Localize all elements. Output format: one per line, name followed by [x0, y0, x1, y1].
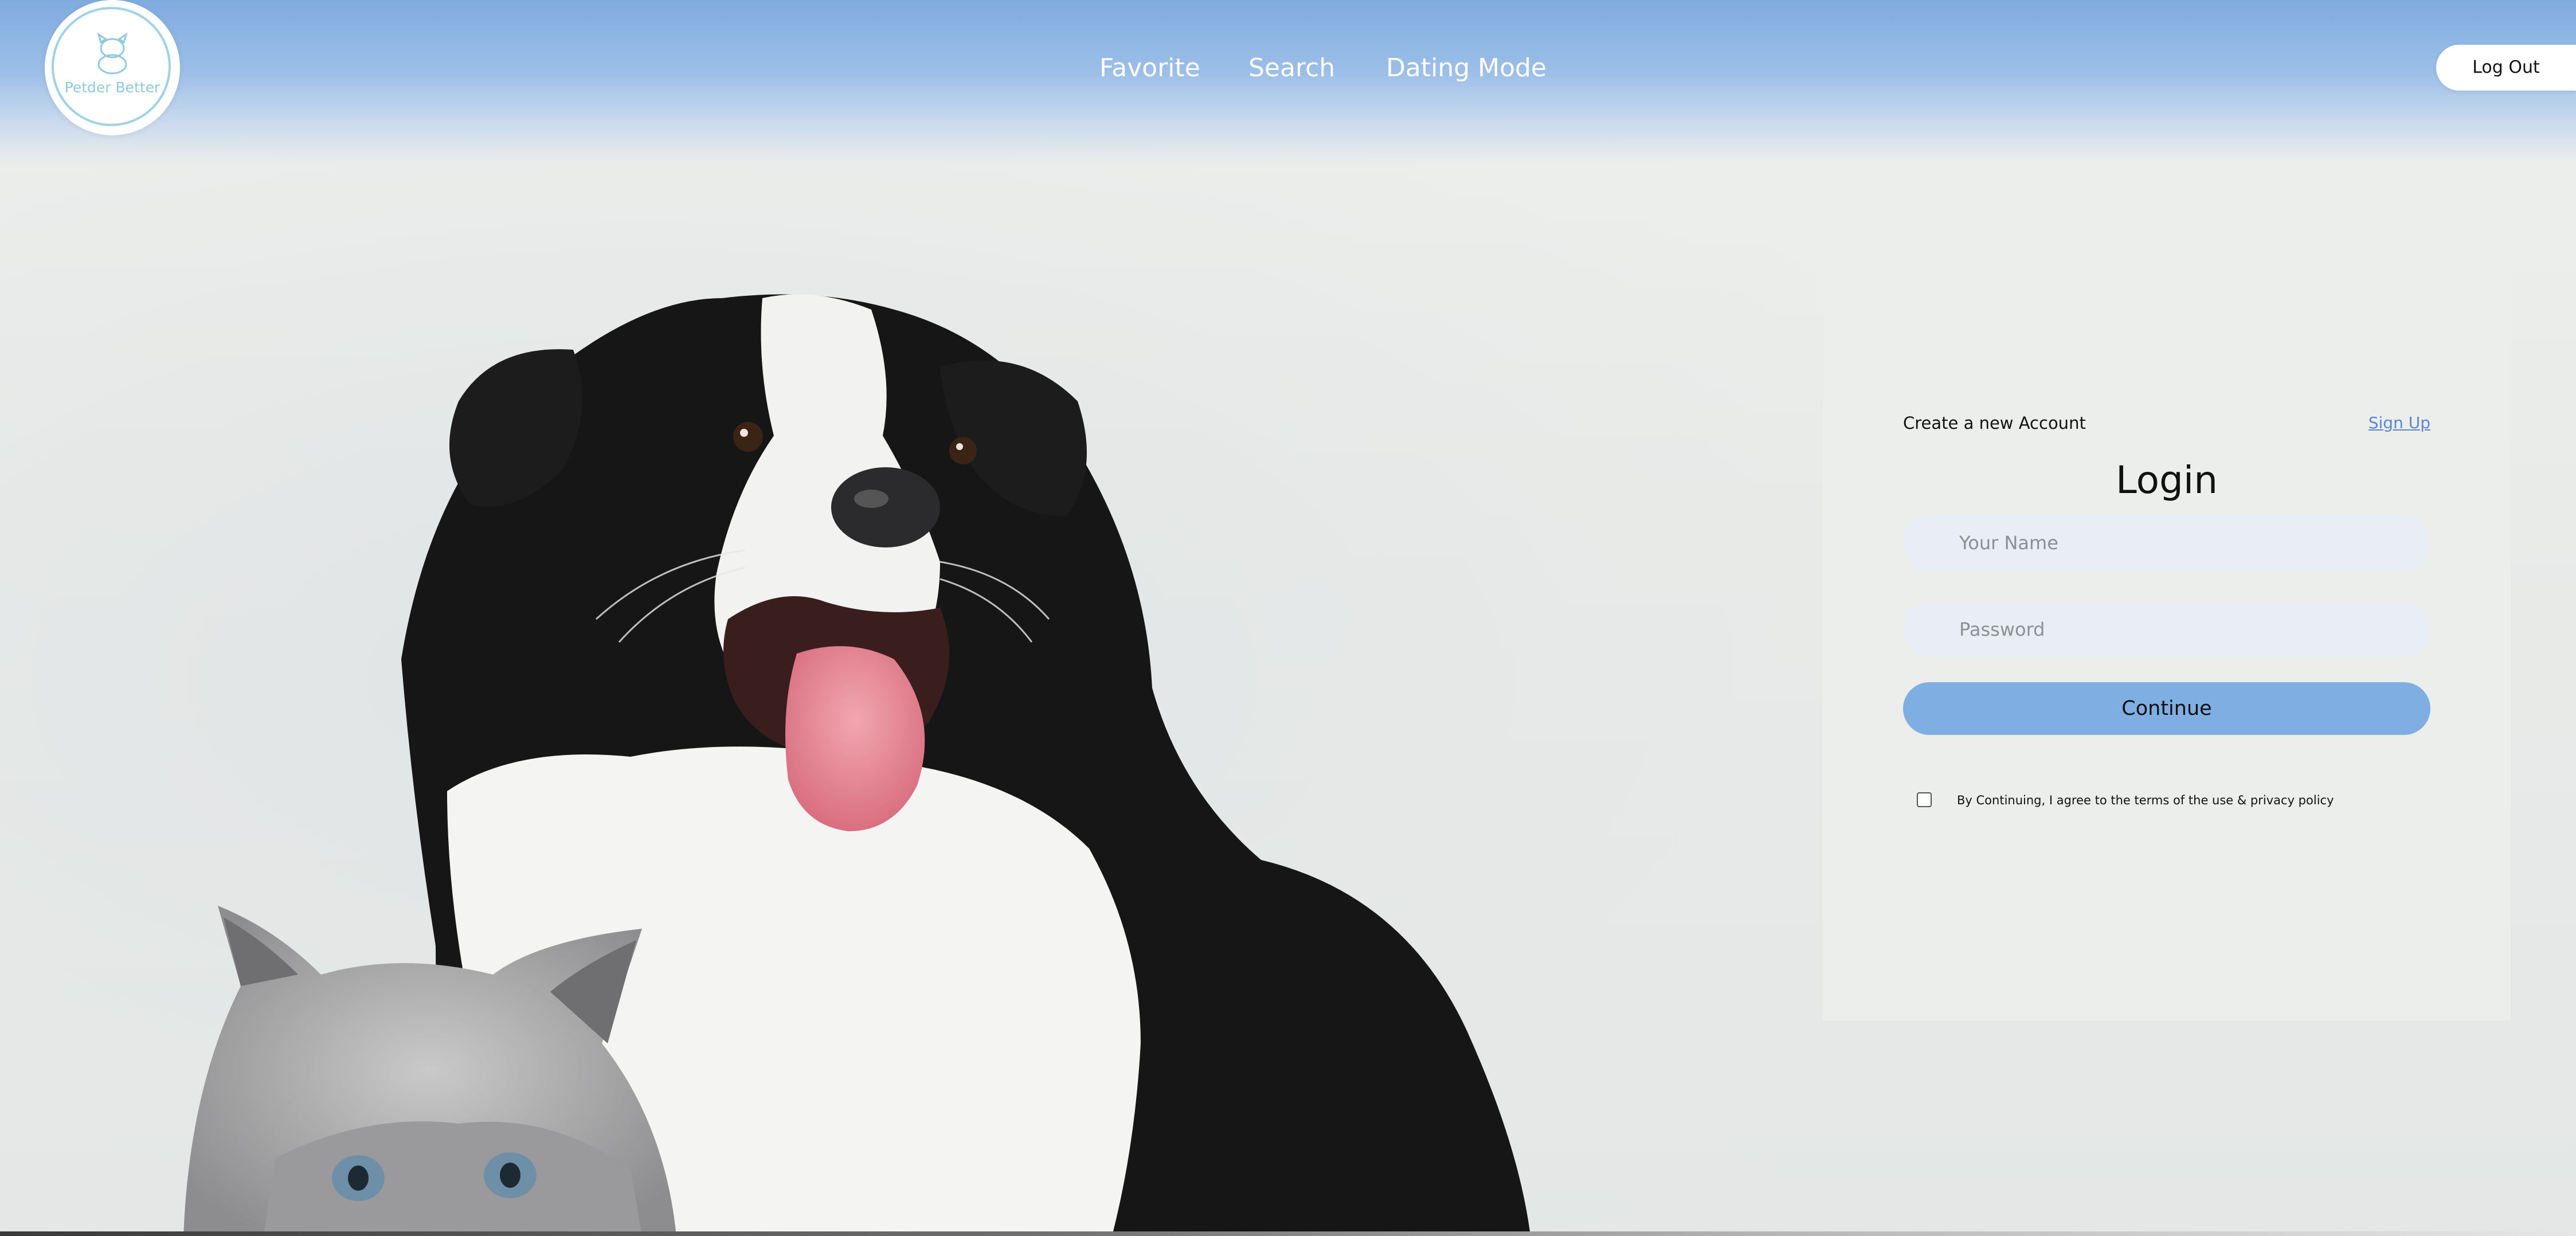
main-nav: Favorite Search Dating Mode — [0, 49, 2576, 87]
password-input[interactable] — [1903, 602, 2430, 657]
signup-link[interactable]: Sign Up — [2368, 410, 2430, 436]
nav-dating-mode[interactable]: Dating Mode — [1386, 49, 1547, 87]
bottom-edge-shadow — [0, 1231, 2576, 1236]
nav-favorite[interactable]: Favorite — [1099, 49, 1200, 87]
create-account-row: Create a new Account Sign Up — [1903, 410, 2430, 436]
nav-search[interactable]: Search — [1248, 49, 1335, 87]
logout-button[interactable]: Log Out — [2436, 45, 2576, 91]
terms-row: By Continuing, I agree to the terms of t… — [1917, 789, 2433, 812]
continue-button[interactable]: Continue — [1903, 682, 2430, 735]
terms-checkbox[interactable] — [1917, 792, 1932, 807]
top-header: Petder Better Favorite Search Dating Mod… — [0, 0, 2576, 163]
login-panel: Create a new Account Sign Up Login Conti… — [1823, 200, 2511, 1020]
name-input[interactable] — [1903, 515, 2430, 570]
create-account-label: Create a new Account — [1903, 413, 2086, 433]
terms-label: By Continuing, I agree to the terms of t… — [1957, 793, 2334, 807]
login-title: Login — [2115, 458, 2218, 502]
